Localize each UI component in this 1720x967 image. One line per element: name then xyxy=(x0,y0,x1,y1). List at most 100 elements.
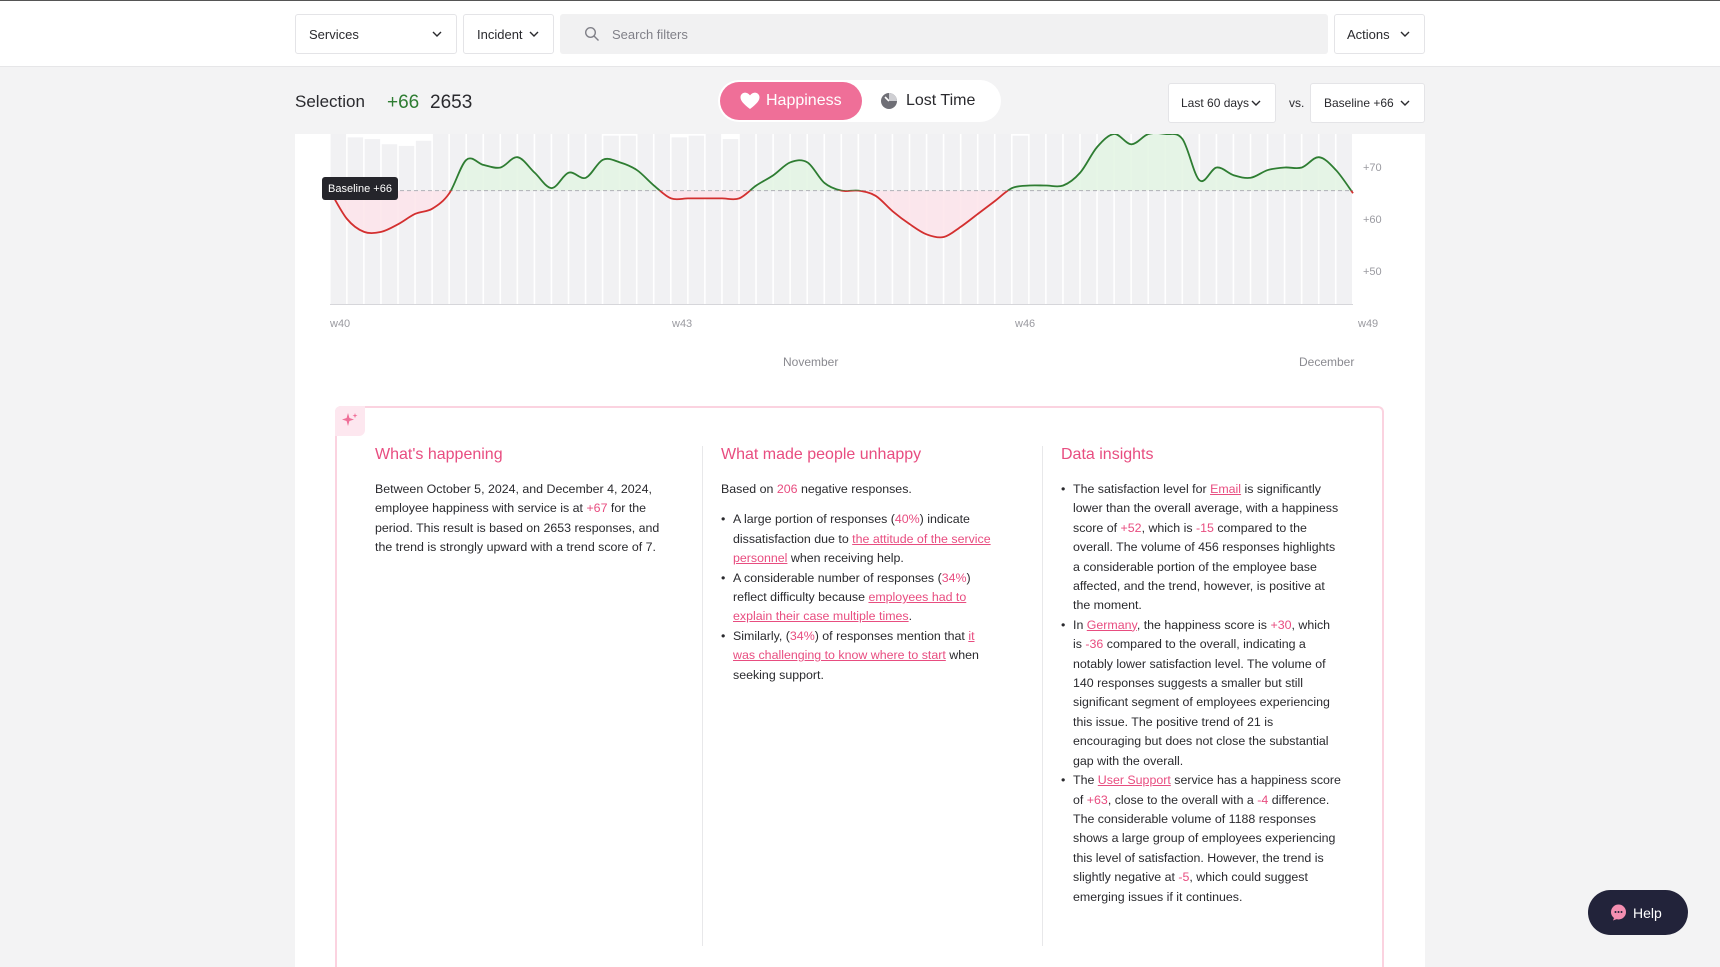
volume-bar xyxy=(859,134,875,304)
list-item: Similarly, (34%) of responses mention th… xyxy=(721,627,991,685)
data-insights-section: Data insights The satisfaction level for… xyxy=(1061,446,1341,907)
section-title: Data insights xyxy=(1061,446,1154,463)
actions-dropdown[interactable]: Actions xyxy=(1334,14,1425,54)
heart-icon xyxy=(740,92,760,109)
volume-bar xyxy=(671,137,688,304)
lost-time-tab-label: Lost Time xyxy=(906,92,976,109)
happiness-tab-label: Happiness xyxy=(766,92,842,109)
volume-bar xyxy=(1200,134,1216,304)
data-insights-list: The satisfaction level for Email is sign… xyxy=(1061,480,1341,907)
volume-bar xyxy=(1217,134,1233,304)
month-label: December xyxy=(1299,355,1355,369)
happiness-chart xyxy=(329,134,1354,305)
chat-bubble-icon xyxy=(1611,904,1626,921)
chevron-down-icon xyxy=(1400,31,1410,37)
volume-bar xyxy=(535,134,551,304)
volume-bar xyxy=(739,134,756,304)
list-item: A large portion of responses (40%) indic… xyxy=(721,510,991,568)
volume-bar xyxy=(1336,134,1352,304)
happening-text: Between October 5, 2024, and December 4,… xyxy=(375,482,660,555)
list-item: The satisfaction level for Email is sign… xyxy=(1061,480,1341,616)
volume-bar xyxy=(756,134,773,304)
sparkle-icon xyxy=(342,413,358,426)
volume-bar xyxy=(995,134,1011,304)
volume-bar xyxy=(842,134,858,304)
lost-time-tab[interactable]: Lost Time xyxy=(880,82,998,120)
volume-bar xyxy=(825,134,841,304)
volume-bar xyxy=(449,134,466,304)
search-placeholder: Search filters xyxy=(612,26,688,42)
volume-bar xyxy=(415,140,432,304)
y-tick-label: +70 xyxy=(1363,162,1382,174)
volume-bar xyxy=(773,134,790,304)
segment-link[interactable]: Email xyxy=(1210,482,1241,496)
x-tick-label: w43 xyxy=(672,318,693,330)
volume-bar xyxy=(398,145,415,304)
baseline-dropdown[interactable]: Baseline +66 xyxy=(1310,83,1425,123)
volume-bar xyxy=(978,134,994,304)
chevron-down-icon xyxy=(432,31,442,37)
column-divider xyxy=(702,446,703,946)
section-title: What's happening xyxy=(375,446,503,463)
main-panel: Baseline +66 +70 +60 +50 w40 w43 w46 w49… xyxy=(295,134,1425,967)
unhappy-list: A large portion of responses (40%) indic… xyxy=(721,510,991,685)
incident-dropdown[interactable]: Incident xyxy=(463,14,554,54)
segment-link[interactable]: Germany xyxy=(1087,618,1137,632)
volume-bar xyxy=(722,139,739,304)
unhappy-section: What made people unhappy Based on 206 ne… xyxy=(721,446,991,685)
incident-dropdown-label: Incident xyxy=(477,26,523,42)
actions-dropdown-label: Actions xyxy=(1347,26,1390,42)
volume-bar xyxy=(1251,134,1267,304)
x-tick-label: w46 xyxy=(1015,318,1036,330)
volume-bar xyxy=(1234,134,1250,304)
y-tick-label: +50 xyxy=(1363,266,1382,278)
clock-icon xyxy=(881,93,897,109)
volume-bar xyxy=(1012,135,1029,304)
selection-score: +66 xyxy=(387,92,420,113)
baseline-tooltip: Baseline +66 xyxy=(322,177,398,200)
volume-bar xyxy=(1268,134,1284,304)
volume-bar xyxy=(876,134,892,304)
volume-bar xyxy=(330,134,347,304)
happiness-tab[interactable]: Happiness xyxy=(720,82,862,120)
search-filters-input[interactable]: Search filters xyxy=(560,14,1328,54)
volume-bar xyxy=(808,134,824,304)
segment-link[interactable]: User Support xyxy=(1098,773,1171,787)
volume-bar xyxy=(654,134,670,304)
services-dropdown[interactable]: Services xyxy=(295,14,457,54)
chevron-down-icon xyxy=(529,31,539,37)
search-icon xyxy=(584,26,599,41)
volume-bar xyxy=(432,134,449,304)
chevron-down-icon xyxy=(1400,100,1410,106)
list-item: A considerable number of responses (34%)… xyxy=(721,569,991,627)
date-range-label: Last 60 days xyxy=(1181,96,1250,110)
volume-bar xyxy=(705,134,722,304)
list-item: The User Support service has a happiness… xyxy=(1061,771,1341,907)
whats-happening-section: What's happening Between October 5, 2024… xyxy=(375,446,665,558)
metric-toggle: Happiness Lost Time xyxy=(718,80,1001,122)
list-item: In Germany, the happiness score is +30, … xyxy=(1061,616,1341,771)
volume-bar xyxy=(484,134,500,304)
filter-bar: Services Incident Search filters Actions xyxy=(0,0,1720,67)
volume-bar xyxy=(688,135,705,304)
month-label: November xyxy=(783,355,839,369)
volume-bar xyxy=(637,134,653,304)
date-range-dropdown[interactable]: Last 60 days xyxy=(1168,83,1276,123)
volume-bar xyxy=(1063,134,1080,304)
volume-bar xyxy=(552,134,568,304)
chevron-down-icon xyxy=(1251,100,1261,106)
happiness-score: +67 xyxy=(586,501,608,516)
volume-bar xyxy=(569,134,585,304)
baseline-dropdown-label: Baseline +66 xyxy=(1324,96,1394,110)
volume-bar xyxy=(620,135,636,304)
unhappy-intro: Based on 206 negative responses. xyxy=(721,482,912,496)
volume-bar xyxy=(1029,134,1046,304)
volume-bar xyxy=(586,134,602,304)
services-dropdown-label: Services xyxy=(309,26,359,42)
selection-count: 2653 xyxy=(430,92,473,113)
ai-insights-card: What's happening Between October 5, 2024… xyxy=(335,406,1384,967)
volume-bar xyxy=(1285,134,1301,304)
help-button-label: Help xyxy=(1633,904,1662,921)
selection-title: Selection xyxy=(295,92,365,111)
help-button[interactable]: Help xyxy=(1588,890,1688,935)
